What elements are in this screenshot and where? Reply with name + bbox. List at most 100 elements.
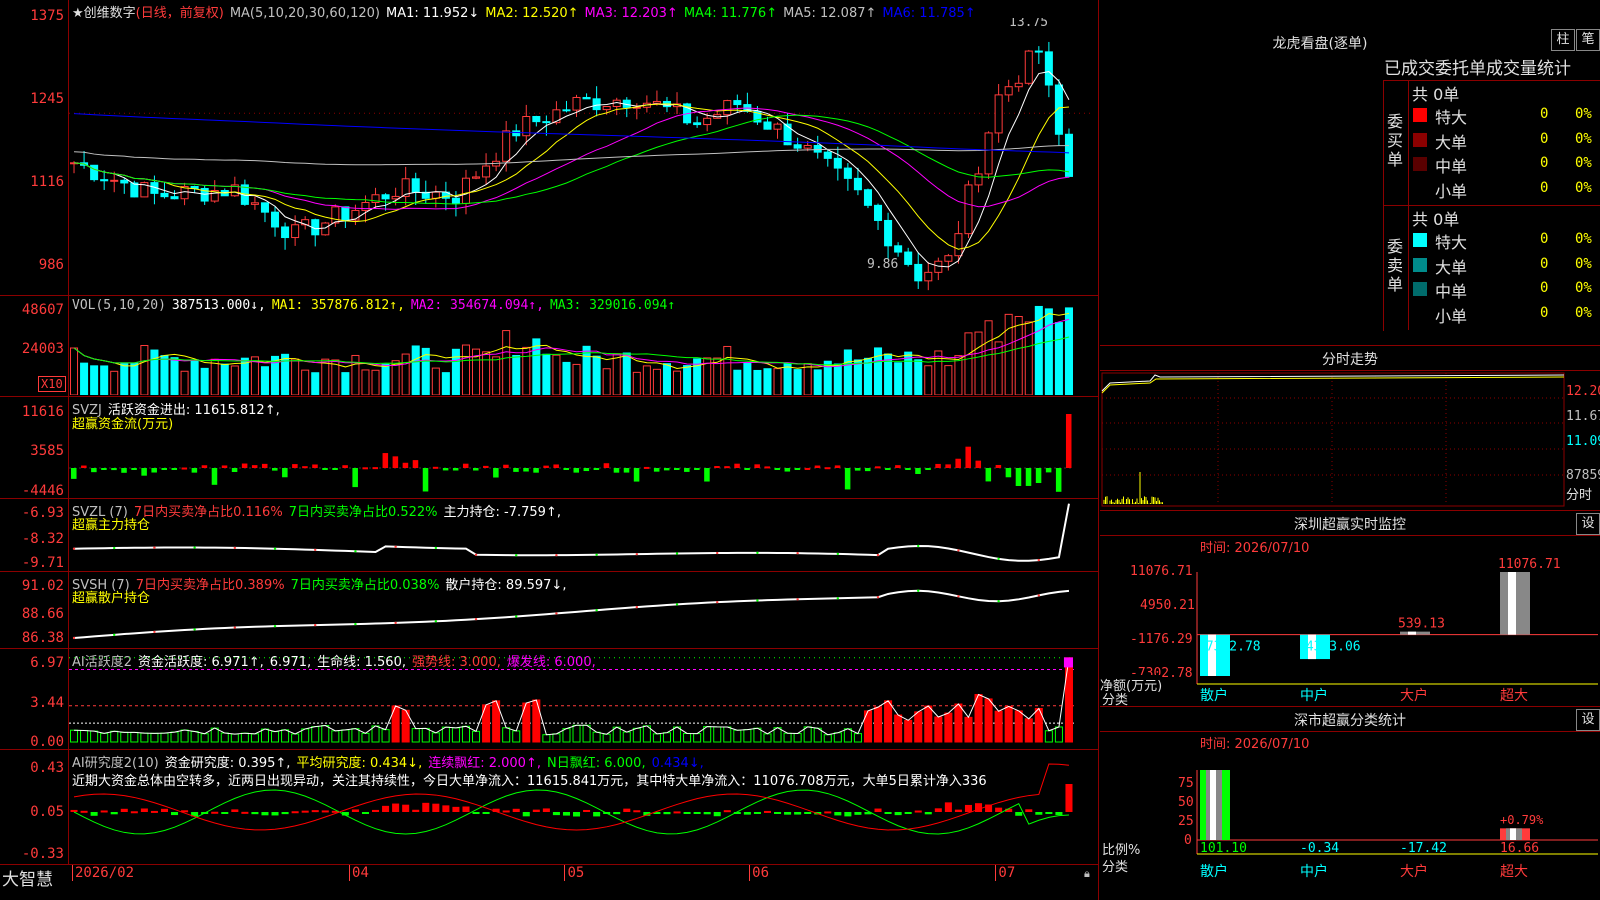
ai-research-pane[interactable]: 0.43 0.05 -0.33 AI研究度2(10) 资金研究度: 0.395↑,… xyxy=(0,750,1098,865)
monitor-category: 散户 xyxy=(1200,687,1228,704)
research-bar xyxy=(171,812,179,816)
svzj-pane[interactable]: 11616 3585 -4446 SVZJ 活跃资金进出: 11615.812↑,… xyxy=(0,397,1098,499)
research-bar xyxy=(361,812,369,814)
ai-activity-chart[interactable] xyxy=(69,649,1098,748)
volume-y-axis: 48607 24003 X10 xyxy=(0,296,69,396)
holding-dot xyxy=(917,589,920,592)
volume-bar xyxy=(622,352,631,395)
bar-view-button[interactable]: 柱 xyxy=(1551,29,1575,51)
holding-dot xyxy=(193,628,196,631)
order-count: 0 xyxy=(1540,130,1549,147)
y-tick: 3585 xyxy=(30,443,64,459)
volume-bar xyxy=(642,365,651,395)
kline-pane[interactable]: 1375 1245 1116 986 ★创维数字(日线，前复权) MA(5,10,… xyxy=(0,0,1098,296)
activity-bar xyxy=(200,733,209,743)
candle-body xyxy=(331,206,340,224)
tab-orders[interactable]: 委托单 xyxy=(1435,59,1486,79)
volume-bar xyxy=(1064,307,1073,395)
svsh-pane[interactable]: 91.02 88.66 86.38 SVSH (7) 7日内买卖净占比0.389%… xyxy=(0,572,1098,649)
holding-dot xyxy=(756,551,759,555)
svsh-chart[interactable] xyxy=(69,572,1098,647)
research-bar xyxy=(221,812,229,814)
holding-dot xyxy=(354,622,357,626)
flow-bar xyxy=(231,468,238,472)
candle-body xyxy=(944,255,953,262)
flow-bar xyxy=(111,468,117,471)
intraday-foot: 分时 xyxy=(1566,488,1593,503)
flow-bar xyxy=(503,464,509,468)
monitor-bar xyxy=(1500,572,1530,635)
intraday-panel[interactable]: 分时走势 12.20 11.67 11.09 87859 分时 xyxy=(1100,346,1600,511)
flow-bar xyxy=(1025,468,1032,486)
activity-bar xyxy=(70,729,79,743)
volume-bar xyxy=(532,338,541,395)
y-tick: -4446 xyxy=(21,483,64,499)
flow-bar xyxy=(141,468,147,476)
volume-pane[interactable]: 48607 24003 X10 VOL(5,10,20) 387513.000↓,… xyxy=(0,296,1098,397)
volume-bar xyxy=(843,349,852,395)
y-tick: -8.32 xyxy=(21,531,64,547)
activity-bar xyxy=(964,716,973,743)
tab-volume-stats[interactable]: 成交量统计 xyxy=(1486,59,1571,79)
volume-bar xyxy=(552,354,561,395)
holding-line xyxy=(74,503,1070,562)
flow-bar xyxy=(151,468,157,473)
monitor-value-label: -7302.78 xyxy=(1198,640,1261,655)
y-tick: 986 xyxy=(38,257,64,273)
activity-bar xyxy=(1064,657,1073,743)
ai-research-chart[interactable] xyxy=(69,750,1098,863)
svzj-chart[interactable] xyxy=(69,397,1098,497)
y-tick: 88.66 xyxy=(21,606,64,622)
order-color-swatch xyxy=(1413,181,1427,196)
volume-bar xyxy=(602,368,611,395)
volume-bar xyxy=(894,362,903,395)
holding-dot xyxy=(515,553,518,557)
candlestick-chart[interactable]: 13.75 9.86 xyxy=(69,18,1098,294)
svzl-chart[interactable] xyxy=(69,499,1098,570)
candle-body xyxy=(1024,50,1033,84)
holding-dot xyxy=(72,636,76,640)
ai-activity-pane[interactable]: 6.97 3.44 0.00 AI活跃度2 资金活跃度: 6.971↑, 6.971… xyxy=(0,649,1098,750)
research-bar xyxy=(482,812,490,814)
holding-dot xyxy=(113,546,116,550)
monitor-bar-chart[interactable]: -7302.78 散户 -4313.06 中户 539.13 大户 11076.71 超大 xyxy=(1100,536,1600,706)
pen-view-button[interactable]: 笔 xyxy=(1576,29,1600,51)
monitor-settings-button[interactable]: 设 xyxy=(1576,513,1600,535)
activity-bar xyxy=(894,714,903,743)
stats-category: 散户 xyxy=(1200,863,1228,880)
volume-bar xyxy=(351,354,360,395)
tab-executed[interactable]: 已成交 xyxy=(1384,59,1435,79)
lock-icon[interactable]: 🔒︎ xyxy=(1084,867,1090,881)
stats-title: 深市超赢分类统计 xyxy=(1294,713,1406,729)
candle-body xyxy=(472,176,481,179)
candle-body xyxy=(813,144,822,153)
brand-logo: 大智慧 xyxy=(2,870,53,890)
activity-bar xyxy=(833,732,842,743)
flow-bar xyxy=(101,468,107,470)
volume-bar xyxy=(411,345,420,395)
svzl-pane[interactable]: -6.93 -8.32 -9.71 SVZL (7) 7日内买卖净占比0.116%… xyxy=(0,499,1098,572)
stats-bar-chart[interactable]: 101.10 散户 -0.34 中户 -17.42 大户 16.66 超大 +0.79% xyxy=(1100,732,1600,900)
volume-bar xyxy=(934,350,943,395)
holding-dot xyxy=(555,612,558,615)
research-bar xyxy=(854,812,862,815)
research-bar xyxy=(924,812,932,815)
ma-line xyxy=(73,103,1070,250)
flow-bar xyxy=(1015,468,1022,487)
flow-bar xyxy=(171,468,178,470)
ai-research-y-axis: 0.43 0.05 -0.33 xyxy=(0,750,69,864)
candle-body xyxy=(281,226,290,239)
volume-bar xyxy=(120,362,129,395)
stats-settings-button[interactable]: 设 xyxy=(1576,709,1600,731)
candle-body xyxy=(803,144,812,149)
activity-bar xyxy=(431,732,440,743)
order-size-label: 特大 xyxy=(1435,233,1468,252)
volume-chart[interactable] xyxy=(69,296,1098,395)
research-bar xyxy=(954,809,962,812)
candle-body xyxy=(984,132,993,175)
monitor-bar xyxy=(1400,631,1430,635)
order-percent: 0% xyxy=(1575,130,1592,147)
intraday-chart[interactable] xyxy=(1100,371,1600,509)
volume-bar xyxy=(110,370,119,395)
candle-body xyxy=(853,177,862,191)
